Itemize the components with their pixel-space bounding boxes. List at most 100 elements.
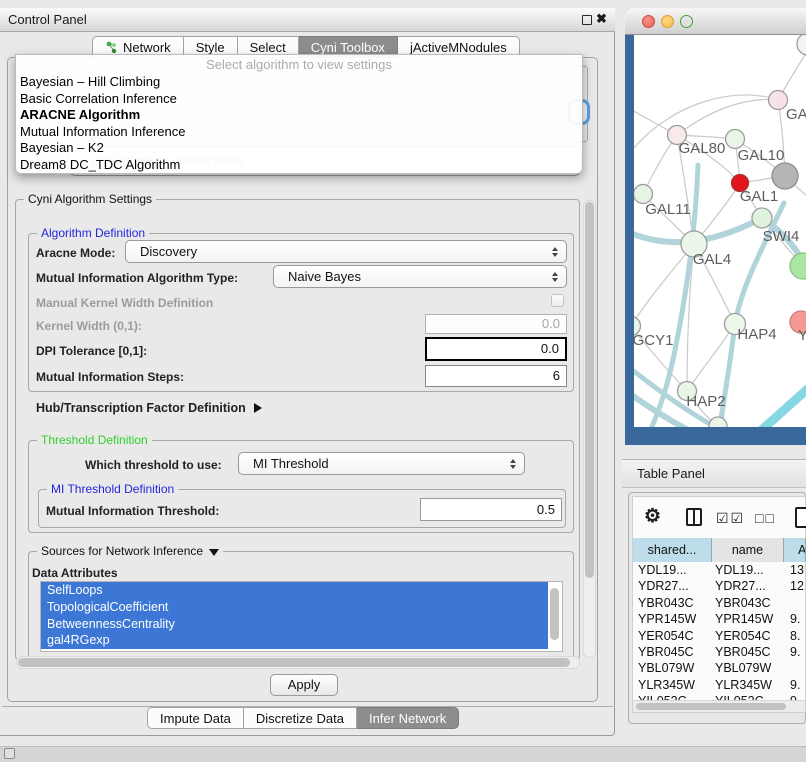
sources-legend[interactable]: Sources for Network Inference <box>37 544 223 558</box>
dropdown-item[interactable]: Mutual Information Inference <box>16 124 582 141</box>
network-node[interactable] <box>797 35 806 55</box>
zoom-traffic-light-icon[interactable] <box>680 15 693 28</box>
table-cell: YDR27... <box>638 578 689 594</box>
minimize-traffic-light-icon[interactable] <box>661 15 674 28</box>
table-hscrollbar-thumb[interactable] <box>636 703 786 710</box>
network-node[interactable] <box>726 130 745 149</box>
tab-infer-network[interactable]: Infer Network <box>357 707 459 729</box>
attribute-item-selected[interactable]: SelfLoops <box>41 582 548 599</box>
mi-threshold-field[interactable]: 0.5 <box>420 498 562 521</box>
aracne-mode-value: Discovery <box>140 244 197 259</box>
close-traffic-light-icon[interactable] <box>642 15 655 28</box>
network-node[interactable] <box>790 253 806 279</box>
network-node[interactable] <box>752 208 772 228</box>
network-canvas[interactable]: GAL80GAL10GAL1GAL11SWI4GAL4GCY1HAP4YHAP2… <box>634 35 806 427</box>
table-row[interactable]: YER054CYER054C8. <box>633 628 806 644</box>
split-columns-icon[interactable] <box>686 508 702 526</box>
dpi-tolerance-field[interactable]: 0.0 <box>425 337 567 361</box>
table-cell: YBR043C <box>715 595 771 611</box>
attribute-item-selected[interactable]: gal4RGexp <box>41 632 548 649</box>
column-header-name[interactable]: name <box>712 538 784 562</box>
which-threshold-combobox[interactable]: MI Threshold <box>238 452 525 475</box>
checked-pair-icon[interactable]: ☑☑ <box>716 510 745 527</box>
table-cell: YBL079W <box>638 660 694 676</box>
table-cell: YER054C <box>715 628 771 644</box>
network-edge[interactable] <box>677 99 778 135</box>
hub-section-toggle[interactable]: Hub/Transcription Factor Definition <box>36 401 262 415</box>
control-panel-titlebar <box>0 8 615 32</box>
network-node[interactable] <box>769 91 788 110</box>
network-node[interactable] <box>772 163 798 189</box>
sources-legend-text: Sources for Network Inference <box>41 544 203 558</box>
settings-vscrollbar-thumb[interactable] <box>585 202 594 578</box>
dropdown-item[interactable]: Bayesian – K2 <box>16 140 582 157</box>
which-threshold-value: MI Threshold <box>253 456 329 471</box>
table-cell: 12 <box>790 578 804 594</box>
gear-icon[interactable]: ⚙ <box>644 505 661 528</box>
algorithm-dropdown-popup: Select algorithm to view settings Bayesi… <box>15 54 583 174</box>
table-cell: YDL19... <box>638 562 687 578</box>
table-row[interactable]: YDR27... YDR27... 12 <box>633 578 806 594</box>
table-cell: YBR043C <box>638 595 694 611</box>
document-icon[interactable] <box>795 507 806 528</box>
mi-type-combobox[interactable]: Naive Bayes <box>273 265 567 288</box>
table-cell: YER054C <box>638 628 694 644</box>
network-node-label: GAL11 <box>645 201 691 218</box>
aracne-mode-combobox[interactable]: Discovery <box>125 240 567 263</box>
settings-hscrollbar-thumb[interactable] <box>18 658 570 667</box>
manual-kernel-label: Manual Kernel Width Definition <box>36 296 213 310</box>
network-node-label: GAL <box>786 106 806 123</box>
float-window-icon[interactable] <box>582 15 592 25</box>
table-cell: YDL19... <box>715 562 764 578</box>
table-row[interactable]: YBR043C YBR043C <box>633 595 806 611</box>
mi-type-value: Naive Bayes <box>288 269 361 284</box>
network-node-label: Y <box>798 327 806 344</box>
network-node-label: GAL10 <box>738 147 785 164</box>
network-graph[interactable]: GAL80GAL10GAL1GAL11SWI4GAL4GCY1HAP4YHAP2… <box>634 35 806 427</box>
mi-threshold-legend: MI Threshold Definition <box>47 482 178 496</box>
manual-kernel-checkbox[interactable] <box>551 294 564 307</box>
network-edge[interactable] <box>643 135 677 194</box>
close-icon[interactable]: ✖ <box>596 11 607 27</box>
table-cell: 13 <box>790 562 804 578</box>
table-row[interactable]: YLR345WYLR345W9. <box>633 677 806 693</box>
combobox-arrows-icon <box>510 459 516 469</box>
table-row[interactable]: YPR145WYPR145W9. <box>633 611 806 627</box>
cyni-settings-legend: Cyni Algorithm Settings <box>24 192 156 206</box>
kernel-width-field[interactable]: 0.0 <box>425 314 567 334</box>
dropdown-item[interactable]: Dream8 DC_TDC Algorithm <box>16 157 582 174</box>
tab-impute-data[interactable]: Impute Data <box>147 707 244 729</box>
column-header-shared-name[interactable]: shared... <box>633 538 712 562</box>
data-attributes-list[interactable]: SelfLoopsTopologicalCoefficientBetweenne… <box>40 581 563 652</box>
table-cell: 9. <box>790 677 800 693</box>
unchecked-pair-icon[interactable]: □□ <box>755 510 776 526</box>
table-hscrollbar[interactable] <box>633 700 805 712</box>
network-node[interactable] <box>709 417 727 427</box>
table-row[interactable]: YDL19... YDL19... 13 <box>633 562 806 578</box>
table-row[interactable]: YBL079WYBL079W <box>633 660 806 676</box>
algorithm-definition-legend: Algorithm Definition <box>37 226 149 240</box>
list-scrollbar[interactable] <box>550 588 559 640</box>
mi-steps-field[interactable]: 6 <box>425 365 567 387</box>
table-cell: YDR27... <box>715 578 766 594</box>
dropdown-item[interactable]: Bayesian – Hill Climbing <box>16 74 582 91</box>
table-row[interactable]: YBR045CYBR045C9. <box>633 644 806 660</box>
dropdown-item[interactable]: Basic Correlation Inference <box>16 91 582 108</box>
expand-right-icon <box>254 403 262 413</box>
panel-corner-icon[interactable] <box>4 748 15 759</box>
dropdown-item[interactable]: ARACNE Algorithm <box>16 107 582 124</box>
cyni-bottom-tabs: Impute DataDiscretize DataInfer Network <box>147 707 459 729</box>
mi-type-label: Mutual Information Algorithm Type: <box>36 271 238 285</box>
network-node-label: HAP2 <box>686 393 725 410</box>
network-edge-highlighted[interactable] <box>756 385 806 427</box>
apply-button[interactable]: Apply <box>270 674 338 696</box>
attribute-item-selected[interactable]: TopologicalCoefficient <box>41 599 548 616</box>
attribute-item-selected[interactable]: BetweennessCentrality <box>41 616 548 633</box>
hub-section-label: Hub/Transcription Factor Definition <box>36 401 246 415</box>
column-header-partial[interactable]: A <box>784 538 806 562</box>
table-panel-title: Table Panel <box>637 466 705 481</box>
network-tab-icon <box>105 41 118 54</box>
collapse-down-icon <box>209 549 219 556</box>
kernel-width-label: Kernel Width (0,1): <box>36 319 142 333</box>
tab-discretize-data[interactable]: Discretize Data <box>244 707 357 729</box>
